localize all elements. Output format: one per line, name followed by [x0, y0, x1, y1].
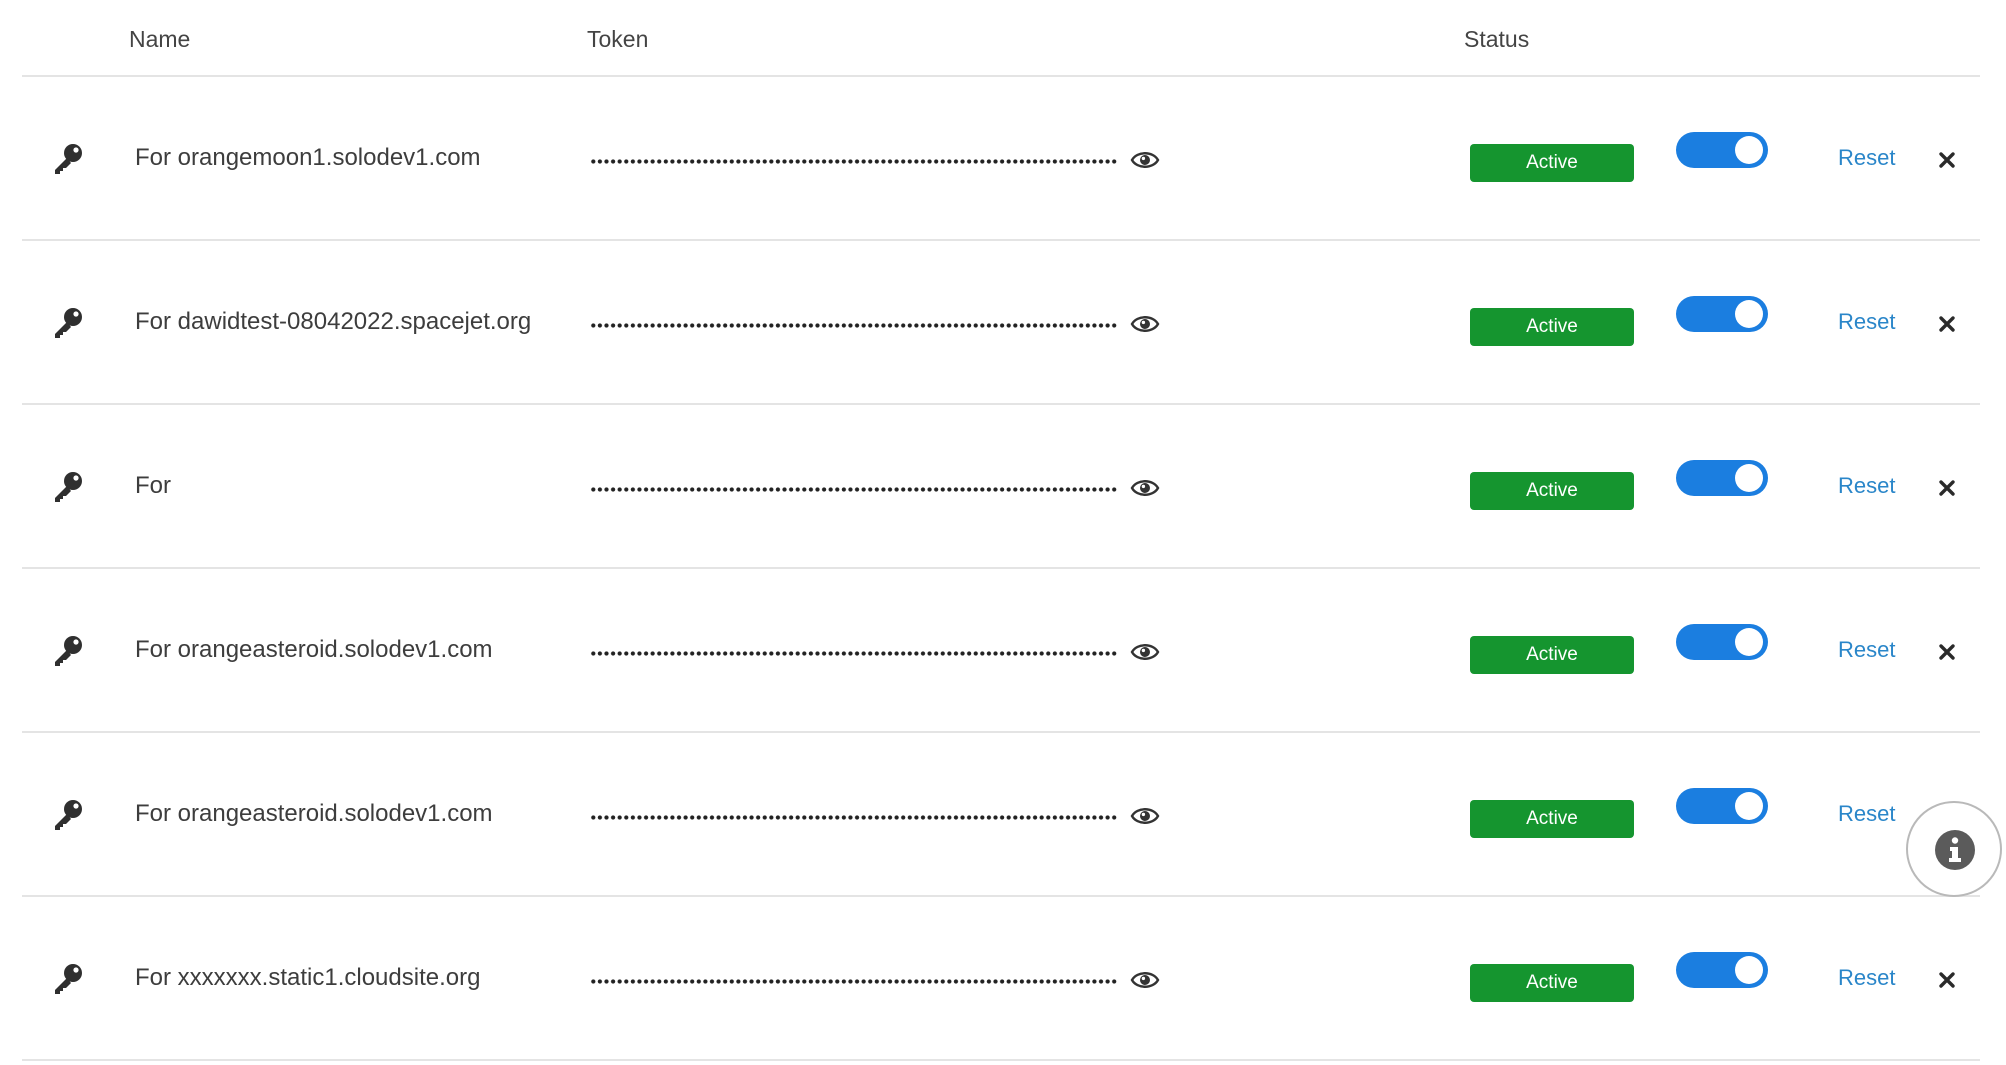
- status-badge: Active: [1470, 964, 1634, 1002]
- close-icon[interactable]: [1936, 149, 1958, 171]
- key-icon: [55, 144, 82, 174]
- reset-link[interactable]: Reset: [1838, 965, 1895, 991]
- table-row: For orangeasteroid.solodev1.com Active R…: [22, 569, 1980, 733]
- info-button[interactable]: [1906, 801, 2002, 897]
- column-header-status: Status: [1464, 26, 1530, 52]
- reset-link[interactable]: Reset: [1838, 145, 1895, 171]
- table-row: For Active Reset: [22, 405, 1980, 569]
- eye-icon[interactable]: [1130, 311, 1160, 337]
- close-icon[interactable]: [1936, 313, 1958, 335]
- status-badge: Active: [1470, 800, 1634, 838]
- close-icon[interactable]: [1936, 641, 1958, 663]
- column-header-name: Name: [129, 26, 191, 52]
- token-name: For dawidtest-08042022.spacejet.org: [135, 308, 532, 335]
- token-masked-value: [590, 651, 1118, 656]
- info-icon: [1935, 830, 1975, 870]
- close-icon[interactable]: [1936, 969, 1958, 991]
- table-row: For orangemoon1.solodev1.com Active Rese…: [22, 77, 1980, 241]
- token-masked-value: [590, 815, 1118, 820]
- status-badge: Active: [1470, 472, 1634, 510]
- status-badge: Active: [1470, 636, 1634, 674]
- close-icon[interactable]: [1936, 477, 1958, 499]
- table-row: For orangeasteroid.solodev1.com Active R…: [22, 733, 1980, 897]
- eye-icon[interactable]: [1130, 967, 1160, 993]
- key-icon: [55, 800, 82, 830]
- table-row: For dawidtest-08042022.spacejet.org Acti…: [22, 241, 1980, 405]
- reset-link[interactable]: Reset: [1838, 473, 1895, 499]
- reset-link[interactable]: Reset: [1838, 309, 1895, 335]
- token-name: For orangeasteroid.solodev1.com: [135, 636, 493, 663]
- key-icon: [55, 308, 82, 338]
- token-masked-value: [590, 487, 1118, 492]
- enable-toggle[interactable]: [1676, 460, 1768, 496]
- key-icon: [55, 636, 82, 666]
- token-name: For orangemoon1.solodev1.com: [135, 144, 481, 171]
- toggle-knob: [1735, 628, 1763, 656]
- table-header: Name Token Status: [22, 0, 1980, 77]
- token-name: For: [135, 472, 171, 499]
- eye-icon[interactable]: [1130, 147, 1160, 173]
- eye-icon[interactable]: [1130, 475, 1160, 501]
- key-icon: [55, 964, 82, 994]
- token-name: For xxxxxxx.static1.cloudsite.org: [135, 964, 481, 991]
- toggle-knob: [1735, 136, 1763, 164]
- reset-link[interactable]: Reset: [1838, 637, 1895, 663]
- status-badge: Active: [1470, 144, 1634, 182]
- enable-toggle[interactable]: [1676, 132, 1768, 168]
- reset-link[interactable]: Reset: [1838, 801, 1895, 827]
- eye-icon[interactable]: [1130, 639, 1160, 665]
- enable-toggle[interactable]: [1676, 296, 1768, 332]
- toggle-knob: [1735, 792, 1763, 820]
- enable-toggle[interactable]: [1676, 624, 1768, 660]
- token-masked-value: [590, 323, 1118, 328]
- token-masked-value: [590, 979, 1118, 984]
- toggle-knob: [1735, 956, 1763, 984]
- key-icon: [55, 472, 82, 502]
- toggle-knob: [1735, 464, 1763, 492]
- token-name: For orangeasteroid.solodev1.com: [135, 800, 493, 827]
- toggle-knob: [1735, 300, 1763, 328]
- enable-toggle[interactable]: [1676, 788, 1768, 824]
- table-row: For xxxxxxx.static1.cloudsite.org Active…: [22, 897, 1980, 1061]
- status-badge: Active: [1470, 308, 1634, 346]
- enable-toggle[interactable]: [1676, 952, 1768, 988]
- token-masked-value: [590, 159, 1118, 164]
- token-table: Name Token Status For orangemoon1.solode…: [22, 0, 1980, 1061]
- eye-icon[interactable]: [1130, 803, 1160, 829]
- column-header-token: Token: [587, 26, 649, 52]
